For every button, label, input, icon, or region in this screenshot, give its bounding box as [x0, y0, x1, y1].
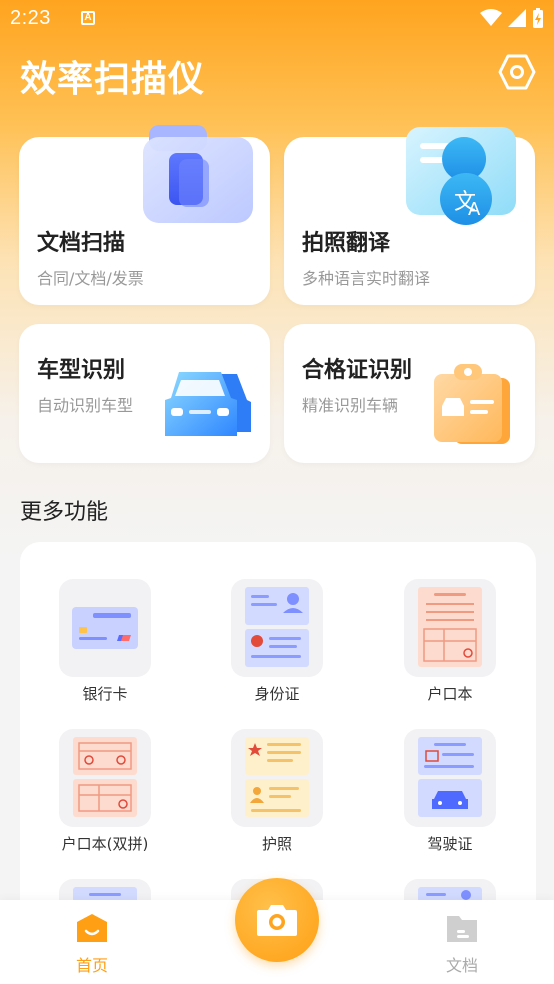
settings-button[interactable]: [498, 53, 536, 91]
tool-household-register[interactable]: 户口本: [380, 579, 520, 704]
wifi-icon: [480, 9, 502, 26]
card-subtitle: 自动识别车型: [37, 396, 134, 415]
card-title: 文档扫描: [37, 231, 126, 256]
tool-label: 驾驶证: [427, 835, 473, 853]
tool-driver-license[interactable]: 驾驶证: [380, 729, 520, 854]
camera-icon: [257, 905, 297, 936]
feature-card-doc-scan[interactable]: 文档扫描 合同/文档/发票: [19, 125, 270, 305]
nav-home-label: 首页: [75, 956, 108, 975]
signal-icon: [508, 9, 526, 27]
feature-card-certificate[interactable]: 合格证识别 精准识别车辆: [284, 324, 535, 463]
section-title-more: 更多功能: [20, 500, 109, 525]
card-subtitle: 合同/文档/发票: [37, 269, 144, 288]
household-register-double-icon: [59, 729, 151, 827]
camera-button[interactable]: [235, 878, 319, 962]
translate-icon: 文 A: [406, 127, 516, 225]
tool-label: 户口本: [427, 685, 473, 703]
home-icon: [77, 914, 107, 942]
tool-label: 身份证: [254, 685, 300, 703]
tool-label: 户口本(双拼): [61, 835, 149, 853]
tool-passport[interactable]: 护照: [207, 729, 347, 854]
card-title: 拍照翻译: [302, 231, 391, 256]
nav-docs[interactable]: 文档: [422, 912, 502, 976]
feature-card-car-recognition[interactable]: 车型识别 自动识别车型: [19, 324, 270, 463]
tool-label: 银行卡: [82, 685, 128, 703]
bank-card-icon: [59, 579, 151, 677]
card-title: 合格证识别: [302, 358, 413, 383]
status-bar: 2:23 A: [0, 0, 554, 36]
household-register-icon: [404, 579, 496, 677]
id-card-icon: [231, 579, 323, 677]
tool-household-register-double[interactable]: 户口本(双拼): [35, 729, 175, 854]
tool-id-card[interactable]: 身份证: [207, 579, 347, 704]
driver-license-icon: [404, 729, 496, 827]
svg-text:A: A: [468, 199, 481, 220]
status-time: 2:23: [10, 6, 51, 29]
card-subtitle: 多种语言实时翻译: [302, 269, 431, 288]
notification-icon: A: [80, 11, 95, 25]
passport-icon: [231, 729, 323, 827]
clipboard-certificate-icon: [434, 364, 510, 444]
tool-bank-card[interactable]: 银行卡: [35, 579, 175, 704]
nav-docs-label: 文档: [445, 956, 478, 975]
feature-card-photo-translate[interactable]: 文 A 拍照翻译 多种语言实时翻译: [284, 127, 535, 305]
hexagon-settings-icon: [498, 54, 536, 90]
car-icon: [165, 372, 251, 436]
folder-icon: [447, 916, 477, 942]
card-subtitle: 精准识别车辆: [302, 396, 399, 415]
battery-icon: [533, 8, 543, 28]
app-title: 效率扫描仪: [20, 59, 206, 100]
document-stack-icon: [143, 125, 253, 223]
tool-label: 护照: [261, 835, 292, 853]
card-title: 车型识别: [37, 358, 126, 383]
nav-home[interactable]: 首页: [52, 912, 132, 976]
